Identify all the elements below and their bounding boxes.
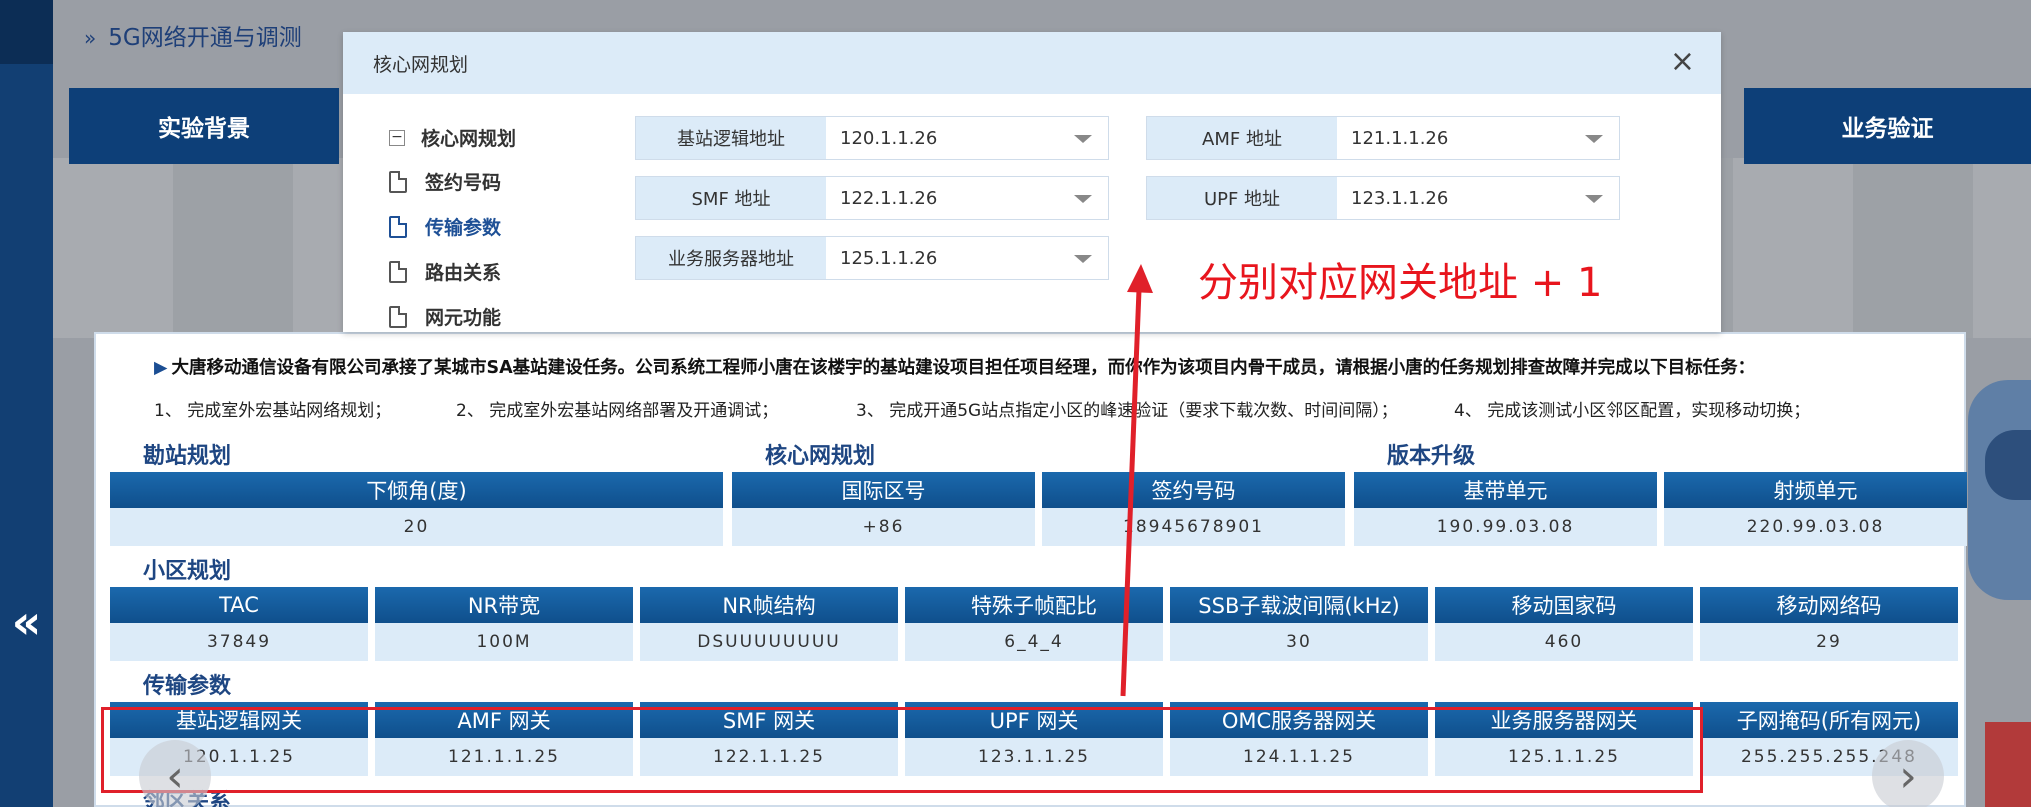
slide-next-button[interactable]: › — [1872, 740, 1944, 807]
annotation-arrow-shaft — [1120, 289, 1142, 697]
annotation-text: 分别对应网关地址 + 1 — [1198, 260, 1603, 306]
slide-prev-button[interactable]: ‹ — [139, 740, 211, 807]
annotation-arrow — [1120, 264, 1153, 697]
chevron-right-icon: › — [1899, 750, 1917, 802]
chevron-left-icon: ‹ — [166, 750, 184, 802]
annotation-arrow-head — [1127, 264, 1153, 293]
